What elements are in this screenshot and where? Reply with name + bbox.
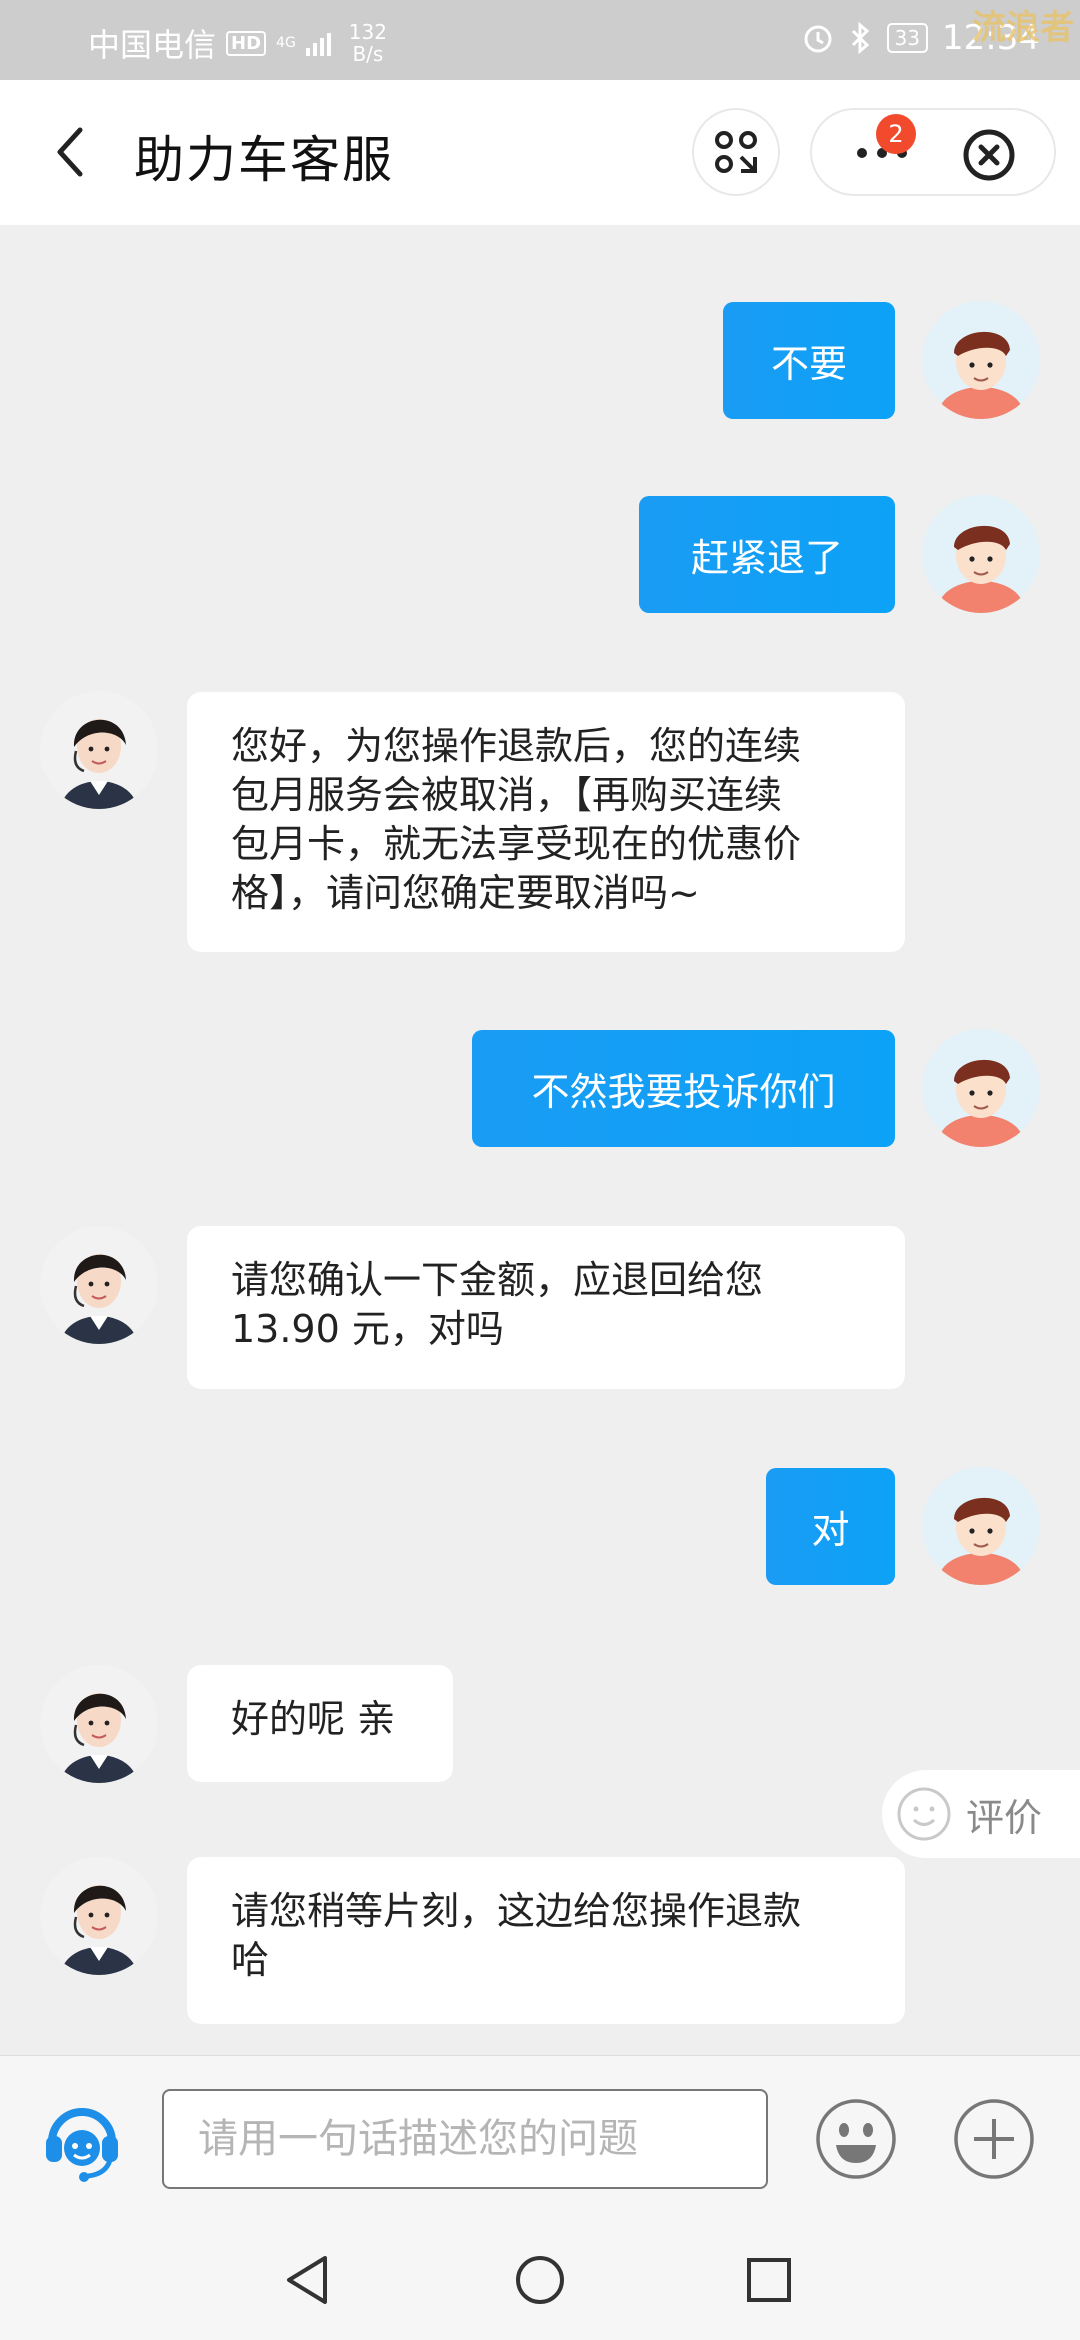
user-avatar <box>922 301 1040 419</box>
user-avatar <box>922 1029 1040 1147</box>
user-avatar <box>922 495 1040 613</box>
agent-avatar <box>40 691 158 809</box>
message-line: 请您确认一下金额，应退回给您 <box>231 1258 764 1302</box>
alarm-icon <box>804 25 832 53</box>
status-bar: 中国电信 HD 4G 132 B/s 33 12:34 流浪者 <box>0 0 1080 80</box>
close-circle-icon[interactable] <box>962 128 1016 182</box>
watermark: 流浪者 <box>972 8 1074 48</box>
back-chevron-icon[interactable] <box>42 122 102 182</box>
bluetooth-icon <box>851 21 869 55</box>
message-line: 13.90 元，对吗 <box>231 1307 504 1351</box>
page-title: 助力车客服 <box>134 131 394 189</box>
agent-avatar <box>40 1665 158 1783</box>
miniapp-capsule: 2 <box>810 108 1056 196</box>
headset-icon[interactable] <box>40 2098 124 2182</box>
message-line: 包月卡，就无法享受现在的优惠价 <box>231 822 802 866</box>
message-line: 请您稍等片刻，这边给您操作退款 <box>231 1889 802 1933</box>
carrier-name: 中国电信 <box>88 26 217 64</box>
network-speed: 132 B/s <box>349 21 387 65</box>
message-bubble: 请您确认一下金额，应退回给您 13.90 元，对吗 <box>187 1226 905 1389</box>
agent-avatar <box>40 1226 158 1344</box>
nav-back-icon[interactable] <box>279 2250 339 2310</box>
user-avatar <box>922 1467 1040 1585</box>
message-bubble: 赶紧退了 <box>639 496 895 613</box>
emoji-icon[interactable] <box>814 2097 898 2181</box>
nav-home-icon[interactable] <box>510 2250 570 2310</box>
notification-badge: 2 <box>876 114 916 154</box>
agent-avatar <box>40 1857 158 1975</box>
rate-label: 评价 <box>966 1795 1043 1840</box>
message-bubble: 好的呢 亲 <box>187 1665 453 1782</box>
status-left: 中国电信 HD 4G 132 B/s <box>88 20 387 66</box>
speed-unit: B/s <box>352 42 384 66</box>
input-bar: 请用一句话描述您的问题 <box>0 2055 1080 2220</box>
network-type: 4G <box>276 35 296 51</box>
app-header: 助力车客服 2 <box>0 80 1080 225</box>
smiley-icon <box>897 1787 951 1841</box>
message-line: 格】，请问您确定要取消吗~ <box>231 871 700 915</box>
speed-value: 132 <box>348 20 387 44</box>
rate-button[interactable]: 评价 <box>882 1770 1080 1858</box>
message-bubble: 您好，为您操作退款后，您的连续 包月服务会被取消，【再购买连续 包月卡，就无法享… <box>187 692 905 952</box>
message-line: 包月服务会被取消，【再购买连续 <box>231 773 783 817</box>
plus-circle-icon[interactable] <box>952 2097 1036 2181</box>
nav-recents-icon[interactable] <box>739 2250 799 2310</box>
question-input[interactable]: 请用一句话描述您的问题 <box>162 2089 768 2189</box>
message-bubble: 不要 <box>723 302 895 419</box>
message-line: 您好，为您操作退款后，您的连续 <box>231 724 802 768</box>
message-line: 好的呢 亲 <box>231 1697 396 1741</box>
message-line: 哈 <box>231 1938 270 1982</box>
hd-badge: HD <box>226 30 267 56</box>
battery-icon: 33 <box>886 23 929 53</box>
message-bubble: 不然我要投诉你们 <box>472 1030 895 1147</box>
system-nav-bar <box>0 2220 1080 2340</box>
scan-icon <box>715 131 757 173</box>
signal-icon <box>305 30 331 56</box>
message-bubble: 请您稍等片刻，这边给您操作退款 哈 <box>187 1857 905 2024</box>
message-bubble: 对 <box>766 1468 895 1585</box>
scan-button[interactable] <box>692 108 780 196</box>
